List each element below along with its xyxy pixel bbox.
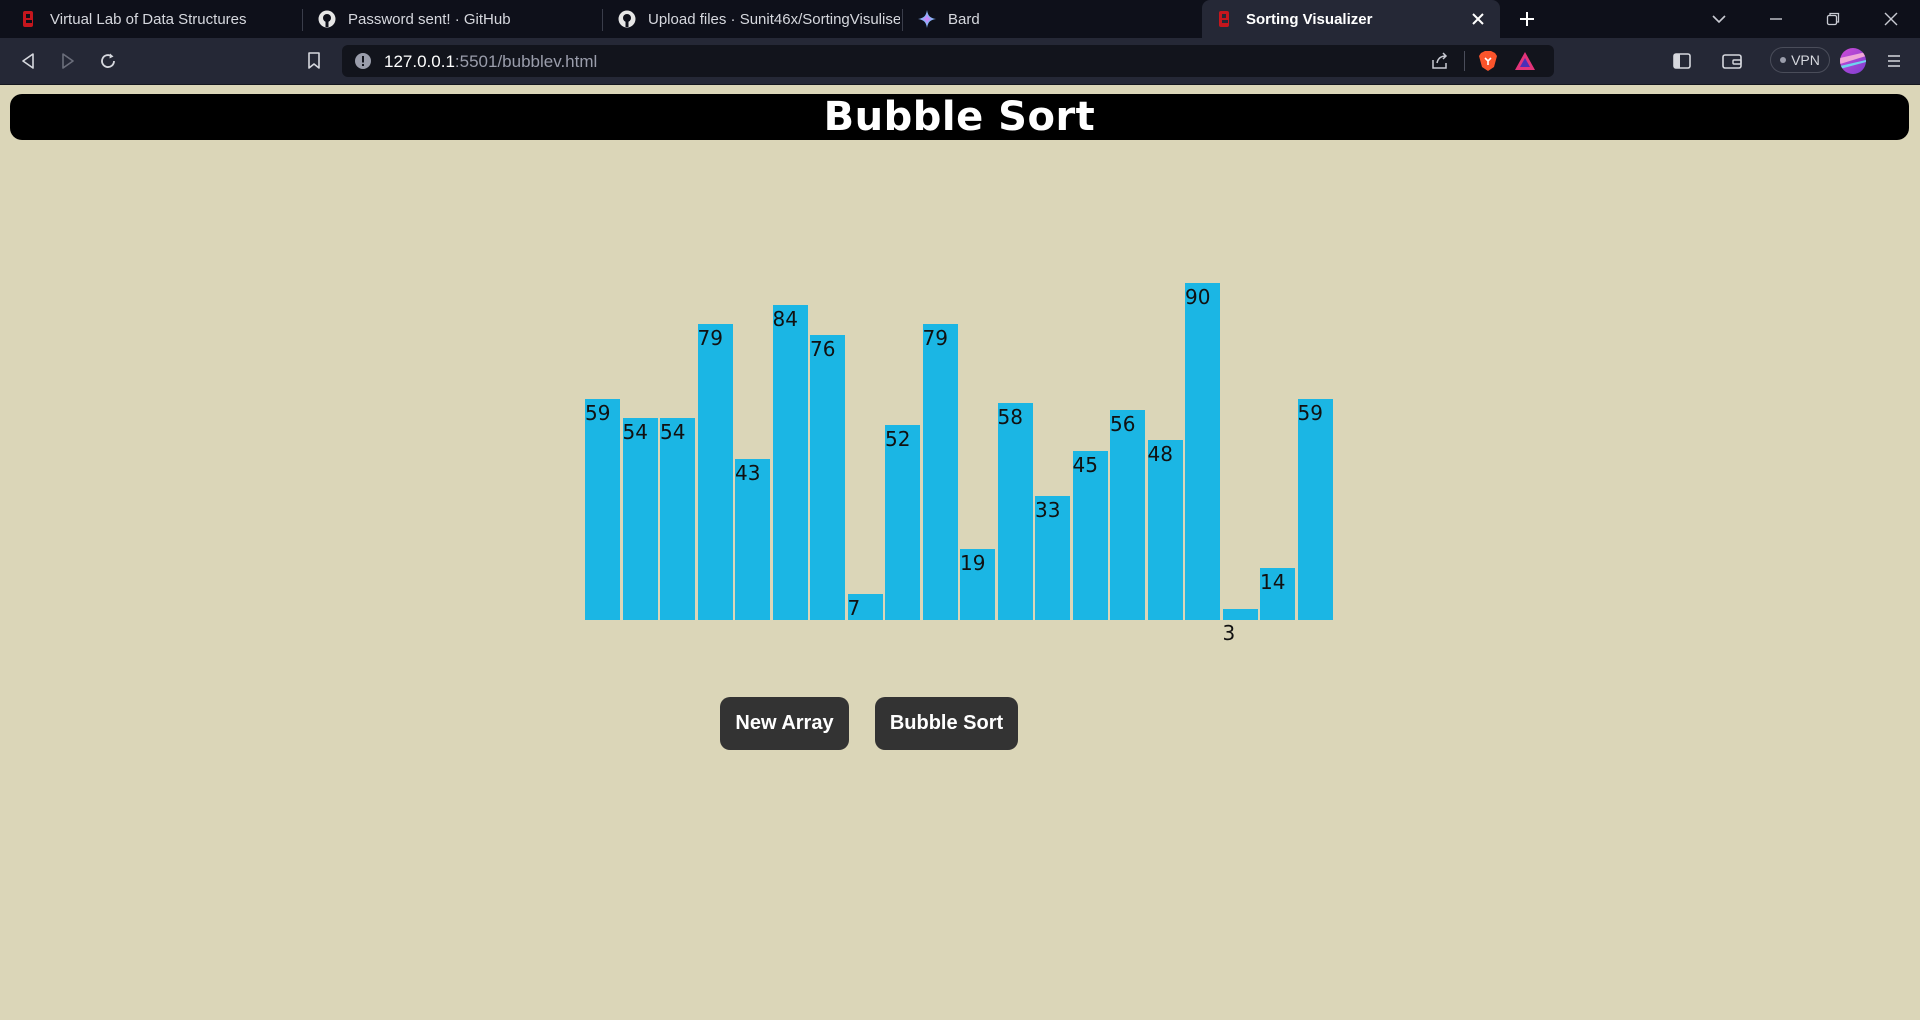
url-host: 127.0.0.1 [384,52,455,71]
address-bar[interactable]: 127.0.0.1:5501/bubblev.html [342,45,1554,77]
array-bar: 45 [1072,451,1108,620]
array-bar: 14 [1260,567,1295,620]
bar-value-label: 52 [885,427,911,451]
new-array-button[interactable]: New Array [720,697,849,750]
bar-value-label: 56 [1110,412,1136,436]
minimize-window-icon[interactable] [1761,4,1791,34]
array-bar: 3 [1222,608,1258,645]
bar-value-label: 43 [735,460,761,485]
bard-sparkle-icon [918,10,936,28]
url-path: :5501/bubblev.html [454,52,598,71]
array-bar: 84 [772,305,808,620]
wallet-icon[interactable] [1718,48,1746,74]
forward-icon[interactable] [54,48,82,74]
back-icon[interactable] [14,48,42,74]
share-icon[interactable] [1430,51,1450,76]
array-bar: 54 [622,417,658,620]
profile-avatar[interactable] [1840,48,1866,74]
address-bar-divider [1464,51,1465,71]
bubble-sort-button[interactable]: Bubble Sort [875,697,1018,750]
bar-value-label: 58 [997,404,1023,429]
lab-logo-icon [20,10,38,28]
array-bar: 52 [885,425,920,620]
array-bar: 7 [847,593,883,620]
github-icon [318,10,336,28]
bar-value-label: 45 [1072,453,1098,478]
site-info-icon[interactable] [354,52,372,75]
array-bar: 79 [922,323,958,620]
array-bar: 33 [1035,496,1070,620]
brave-shields-icon[interactable] [1478,50,1498,77]
tab-separator [902,9,903,31]
tab-title: Password sent! · GitHub [348,10,511,28]
array-bar: 79 [697,323,733,620]
tab-virtual-lab[interactable]: Virtual Lab of Data Structures [6,0,302,38]
bar-value-label: 14 [1260,569,1286,594]
bar-value-label: 84 [772,307,798,331]
reload-icon[interactable] [94,48,122,74]
array-bar: 48 [1147,440,1183,620]
tab-github-password[interactable]: Password sent! · GitHub [304,0,600,38]
tab-github-upload[interactable]: Upload files · Sunit46x/SortingVisuliser [604,0,900,38]
tab-bard[interactable]: Bard [904,0,1200,38]
bar-value-label: 79 [697,325,723,350]
bar-value-label: 7 [847,595,861,620]
bar-value-label: 54 [660,419,686,444]
array-bar: 59 [1297,398,1333,620]
bar-value-label: 33 [1035,498,1061,523]
tab-separator [602,9,603,31]
tab-title: Bard [948,10,980,28]
array-bar: 58 [997,402,1033,620]
array-bar: 43 [735,458,770,620]
tab-title: Upload files · Sunit46x/SortingVisuliser [648,10,900,28]
brave-rewards-icon[interactable] [1514,51,1536,76]
bar-value-label: 59 [585,400,611,425]
page-title: Bubble Sort [823,94,1096,140]
array-bar: 56 [1110,410,1145,620]
bookmark-icon[interactable] [300,48,328,74]
url-text[interactable]: 127.0.0.1:5501/bubblev.html [384,52,597,72]
browser-toolbar: 127.0.0.1:5501/bubblev.html VPN [0,38,1920,85]
array-bar: 19 [960,548,995,620]
close-tab-icon[interactable] [1468,9,1488,29]
lab-logo-icon [1216,10,1234,28]
tab-title: Sorting Visualizer [1246,10,1373,28]
vpn-button[interactable]: VPN [1770,47,1830,73]
new-tab-button[interactable] [1514,6,1540,32]
bar-value-label: 90 [1185,284,1211,309]
array-bar: 59 [585,398,620,620]
bar-value-label: 76 [810,337,836,361]
bar-value-label: 3 [1222,621,1236,645]
browser-tab-strip: Virtual Lab of Data Structures Password … [0,0,1920,38]
bar-value-label: 79 [922,325,948,350]
bar-value-label: 19 [960,550,986,575]
page-header: Bubble Sort [10,94,1909,140]
array-bar: 76 [810,335,845,620]
github-icon [618,10,636,28]
restore-window-icon[interactable] [1818,4,1848,34]
menu-icon[interactable] [1880,48,1908,74]
array-bar: 90 [1185,282,1220,620]
bar-value-label: 48 [1147,442,1173,466]
bar-chart: 59 54 54 79 43 84 76 7 52 79 19 58 33 45 56 48 90 3 14 59 [585,200,1335,645]
close-window-icon[interactable] [1876,4,1906,34]
vpn-label: VPN [1791,52,1820,68]
bar-value-label: 54 [622,419,648,444]
tab-sorting-visualizer[interactable]: Sorting Visualizer [1202,0,1500,38]
vpn-status-dot [1780,57,1787,63]
sidebar-toggle-icon[interactable] [1668,48,1696,74]
tab-separator [302,9,303,31]
tab-title: Virtual Lab of Data Structures [50,10,247,28]
tab-list-chevron-icon[interactable] [1704,4,1734,34]
bar-value-label: 59 [1297,400,1323,425]
array-bar: 54 [660,417,695,620]
